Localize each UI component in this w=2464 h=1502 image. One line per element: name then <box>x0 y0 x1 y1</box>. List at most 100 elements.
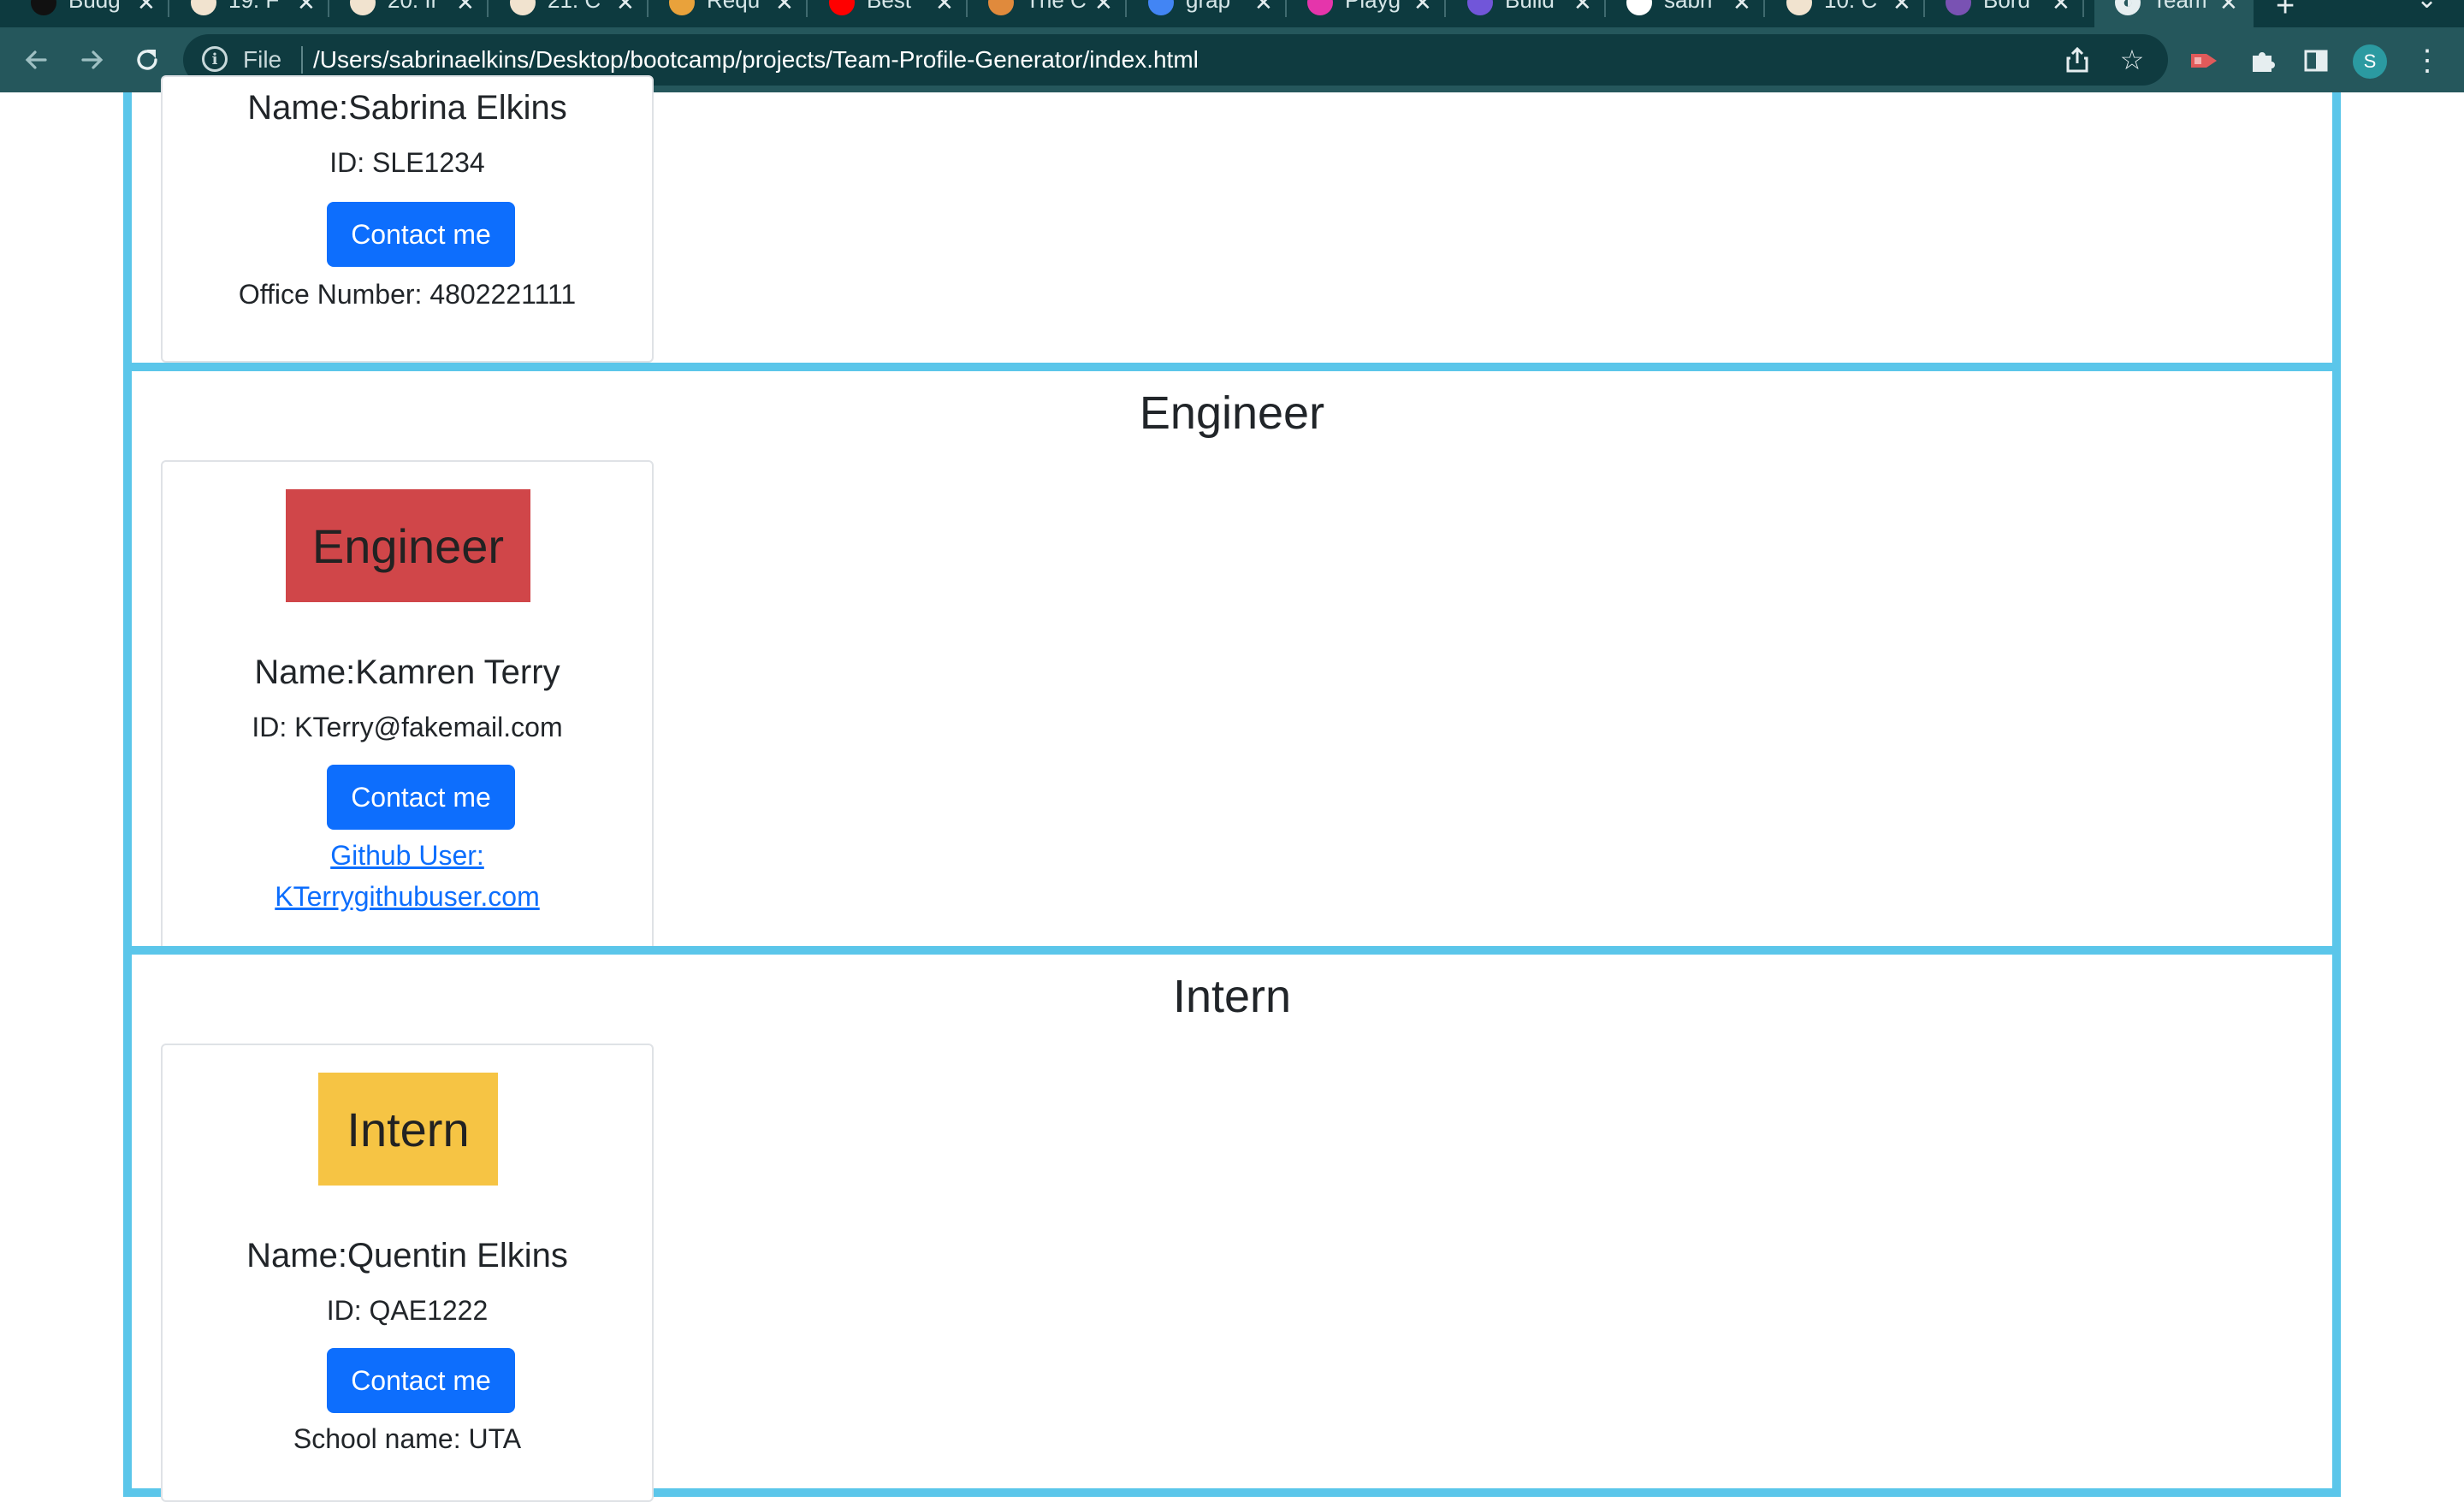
close-icon[interactable]: ✕ <box>2052 0 2070 16</box>
school-name: School name: UTA <box>293 1423 522 1454</box>
close-icon[interactable]: ✕ <box>2219 0 2238 16</box>
google-icon <box>1148 0 1174 15</box>
tab-separator <box>487 0 489 17</box>
close-icon[interactable]: ✕ <box>137 0 156 16</box>
url-text[interactable]: /Users/sabrinaelkins/Desktop/bootcamp/pr… <box>313 46 1199 74</box>
swirl-icon <box>988 0 1014 15</box>
contact-button[interactable]: Contact me <box>327 765 515 830</box>
employee-name: Name:Sabrina Elkins <box>247 89 567 127</box>
section-heading: Intern <box>1172 971 1292 1022</box>
employee-id: ID: SLE1234 <box>329 147 485 178</box>
tab-title: Best <box>867 0 912 13</box>
youtube-icon <box>829 0 855 15</box>
contact-button[interactable]: Contact me <box>327 202 515 267</box>
github-link-line1[interactable]: Github User: <box>330 840 484 871</box>
more-icon[interactable]: ⋮ <box>2409 43 2445 79</box>
close-icon[interactable]: ✕ <box>1094 0 1113 16</box>
info-icon[interactable]: i <box>202 46 228 72</box>
close-icon[interactable]: ✕ <box>616 0 635 16</box>
side-panel-icon[interactable] <box>2298 43 2334 79</box>
github-icon <box>1626 0 1652 15</box>
tab-separator <box>806 0 808 17</box>
tab-separator <box>1285 0 1287 17</box>
tab-separator <box>1923 0 1925 17</box>
close-icon[interactable]: ✕ <box>1254 0 1273 16</box>
tab-separator <box>2082 0 2084 17</box>
tab-title: Playg <box>1345 0 1401 13</box>
reload-icon <box>137 50 157 70</box>
tab-title: Team <box>2153 0 2207 13</box>
close-icon[interactable]: ✕ <box>1732 0 1751 16</box>
divider <box>301 46 303 74</box>
employee-name: Name:Kamren Terry <box>254 653 560 691</box>
arrow-left-icon <box>25 50 47 69</box>
close-icon[interactable]: ✕ <box>1573 0 1592 16</box>
globe-icon: ◐ <box>2115 0 2141 15</box>
tab-title: 20. Ir <box>388 0 439 13</box>
apollo-icon <box>1467 0 1493 15</box>
section-heading: Engineer <box>1139 387 1325 439</box>
url-scheme: File <box>243 46 282 73</box>
chevron-down-icon[interactable]: ⌄ <box>2416 0 2437 15</box>
tab-title: Build <box>1505 0 1555 13</box>
close-icon[interactable]: ✕ <box>456 0 475 16</box>
tab-title: sabri <box>1664 0 1713 13</box>
bootstrap-icon <box>1946 0 1971 15</box>
close-icon[interactable]: ✕ <box>297 0 316 16</box>
manager-section: Name:Sabrina Elkins ID: SLE1234 Contact … <box>123 75 2341 378</box>
tab-separator <box>1125 0 1127 17</box>
role-badge: Intern <box>318 1073 498 1186</box>
github-link-line2[interactable]: KTerrygithubuser.com <box>275 881 539 912</box>
tab-title: Requ <box>707 0 761 13</box>
js-icon <box>669 0 695 15</box>
office-number: Office Number: 4802221111 <box>238 279 577 310</box>
tab-separator <box>1444 0 1446 17</box>
employee-id: ID: KTerry@fakemail.com <box>252 712 563 742</box>
extension-icon[interactable] <box>2187 43 2223 79</box>
github-link[interactable]: Github User: KTerrygithubuser.com <box>163 835 652 917</box>
close-icon[interactable]: ✕ <box>1413 0 1432 16</box>
intern-card: Intern Name:Quentin Elkins ID: QAE1222 C… <box>161 1044 654 1502</box>
bootcamp-icon <box>1786 0 1812 15</box>
tab-active[interactable]: ◐ Team ✕ <box>2094 0 2254 27</box>
role-badge: Engineer <box>286 489 530 602</box>
tab-separator <box>647 0 649 17</box>
tab-separator <box>966 0 968 17</box>
forward-button[interactable] <box>75 43 110 77</box>
tab-separator <box>1604 0 1606 17</box>
share-icon[interactable] <box>2060 43 2094 77</box>
puzzle-icon[interactable] <box>2245 43 2281 79</box>
close-icon[interactable]: ✕ <box>1892 0 1911 16</box>
close-icon[interactable]: ✕ <box>935 0 954 16</box>
tab-title: Budg <box>68 0 121 13</box>
tab-title: 21. C <box>548 0 601 13</box>
star-icon[interactable]: ☆ <box>2115 43 2149 77</box>
tab-separator <box>1763 0 1765 17</box>
tab-separator <box>328 0 329 17</box>
bootcamp-icon <box>510 0 536 15</box>
avatar[interactable]: S <box>2353 44 2387 79</box>
back-button[interactable] <box>19 43 53 77</box>
arrow-right-icon <box>81 50 104 69</box>
engineer-card: Engineer Name:Kamren Terry ID: KTerry@fa… <box>161 460 654 955</box>
tab-title: grap <box>1186 0 1231 13</box>
tab-title: 19. F <box>228 0 280 13</box>
bootcamp-icon <box>350 0 376 15</box>
tab-strip: Budg ✕ 19. F ✕ 20. Ir ✕ 21. C ✕ Requ ✕ Best ✕ The C ✕… <box>0 0 2464 27</box>
manager-card: Name:Sabrina Elkins ID: SLE1234 Contact … <box>161 75 654 363</box>
close-icon[interactable]: ✕ <box>775 0 794 16</box>
employee-name: Name:Quentin Elkins <box>246 1237 568 1274</box>
budget-icon <box>31 0 56 15</box>
reload-button[interactable] <box>130 43 164 77</box>
intern-section: Intern Intern Name:Quentin Elkins ID: QA… <box>123 946 2341 1502</box>
new-tab-button[interactable]: + <box>2276 0 2295 25</box>
employee-id: ID: QAE1222 <box>326 1295 489 1326</box>
contact-button[interactable]: Contact me <box>327 1348 515 1413</box>
tab-title: Bord <box>1983 0 2030 13</box>
tab-title: The C <box>1026 0 1087 13</box>
bootcamp-icon <box>191 0 216 15</box>
tab-title: 10. C <box>1824 0 1878 13</box>
tab-separator <box>168 0 169 17</box>
graphql-icon <box>1307 0 1333 15</box>
engineer-section: Engineer Engineer Name:Kamren Terry ID: … <box>123 363 2341 961</box>
